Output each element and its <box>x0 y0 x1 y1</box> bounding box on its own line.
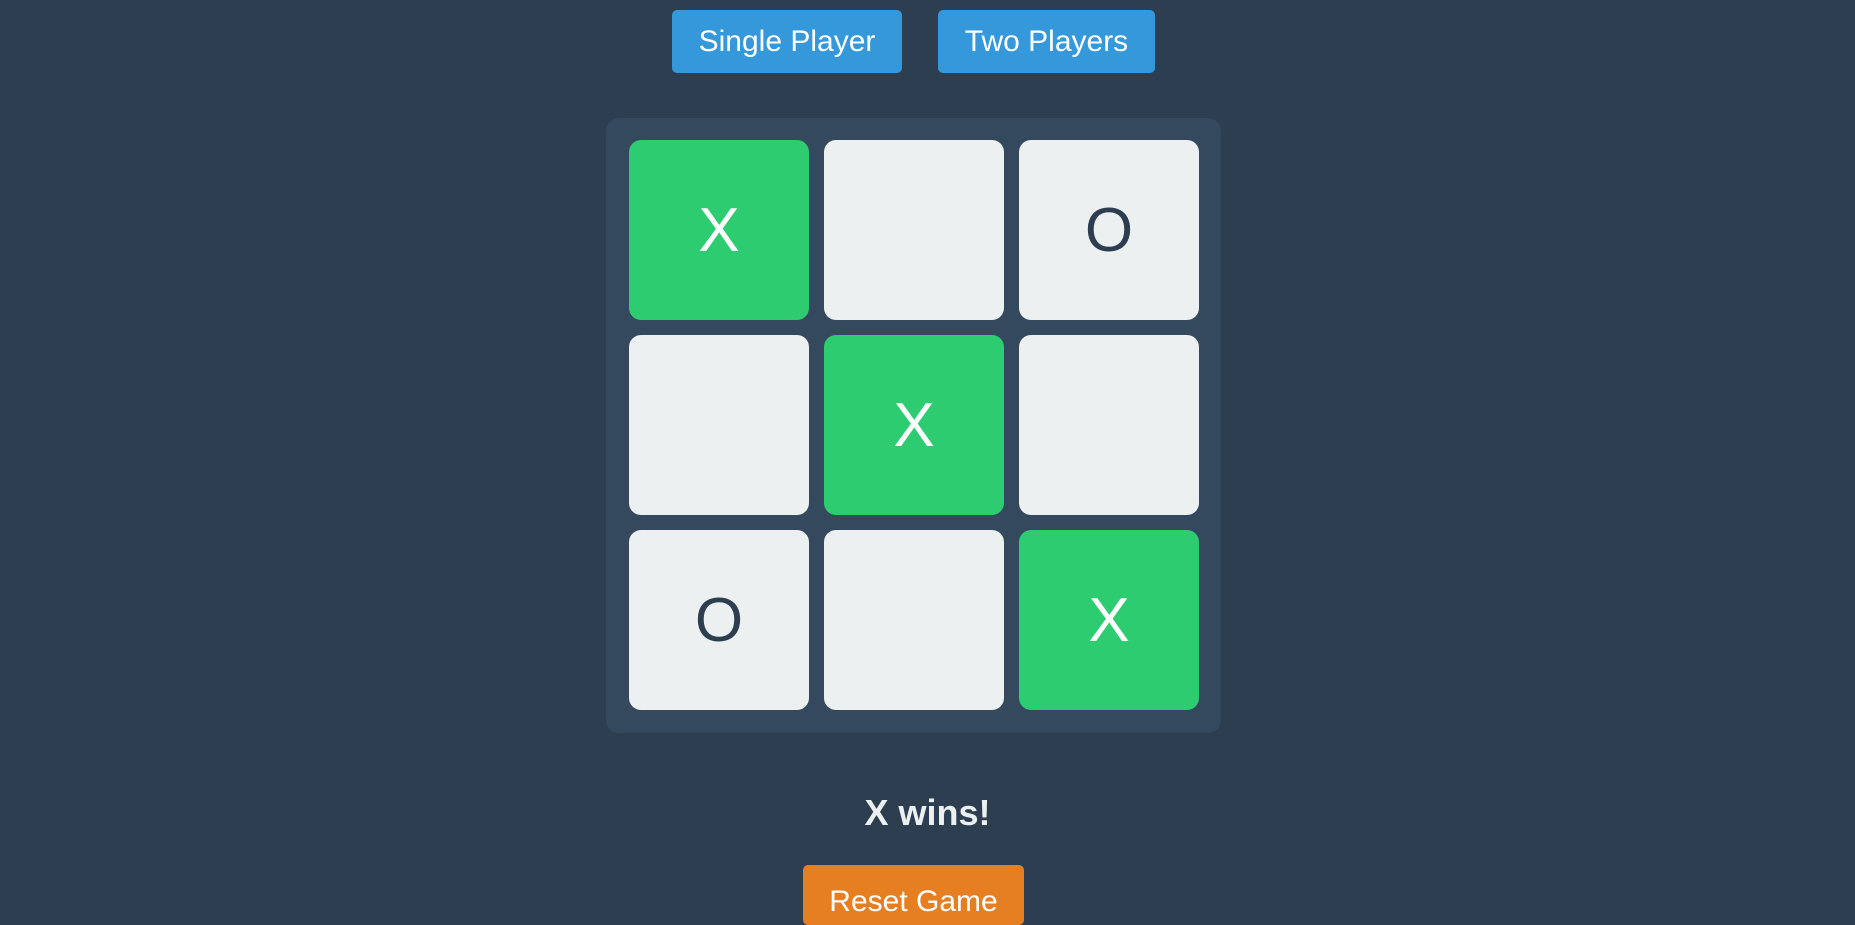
reset-game-button[interactable]: Reset Game <box>803 865 1024 925</box>
board-cell-7[interactable]: O <box>629 530 809 710</box>
mode-buttons: Single Player Two Players <box>0 10 1855 73</box>
board-cell-4[interactable] <box>629 335 809 515</box>
board-cell-3[interactable]: O <box>1019 140 1199 320</box>
board-cell-5[interactable]: X <box>824 335 1004 515</box>
board-cell-9[interactable]: X <box>1019 530 1199 710</box>
board-cell-1[interactable]: X <box>629 140 809 320</box>
board-cell-6[interactable] <box>1019 335 1199 515</box>
two-players-button[interactable]: Two Players <box>938 10 1155 73</box>
board-cell-2[interactable] <box>824 140 1004 320</box>
game-board: X O X O X <box>606 118 1221 733</box>
game-status: X wins! <box>864 792 991 833</box>
single-player-button[interactable]: Single Player <box>672 10 902 73</box>
board-cell-8[interactable] <box>824 530 1004 710</box>
